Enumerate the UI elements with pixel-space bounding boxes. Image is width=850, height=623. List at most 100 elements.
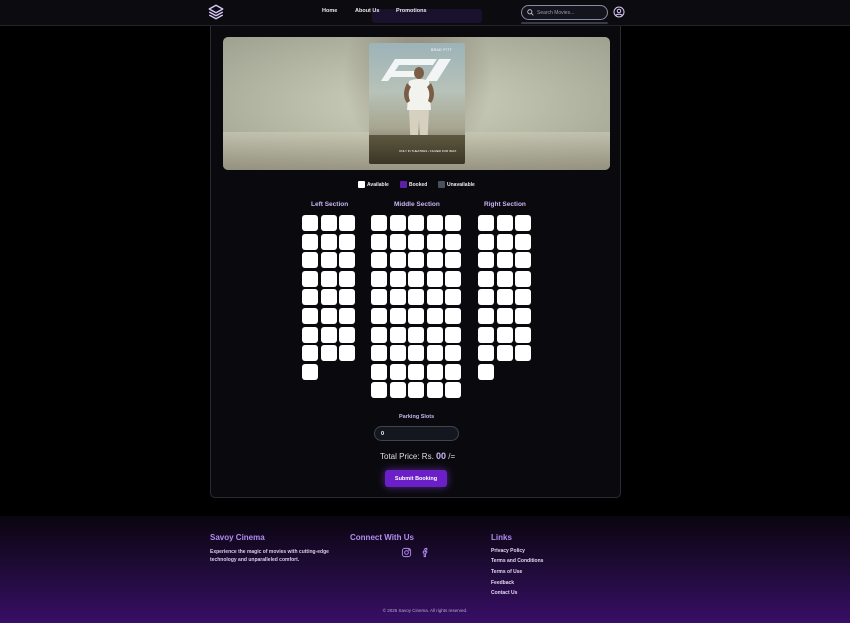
middle-seat[interactable]: [445, 326, 461, 343]
left-seat[interactable]: [302, 233, 318, 250]
middle-seat[interactable]: [426, 382, 443, 399]
middle-seat[interactable]: [408, 252, 424, 269]
middle-seat[interactable]: [426, 363, 443, 380]
left-seat[interactable]: [320, 345, 337, 362]
middle-seat[interactable]: [445, 215, 461, 231]
right-seat[interactable]: [515, 252, 531, 269]
middle-seat[interactable]: [426, 270, 443, 287]
instagram-icon[interactable]: [401, 547, 412, 558]
nav-promotions[interactable]: Promotions: [396, 8, 427, 14]
middle-seat[interactable]: [389, 363, 406, 380]
middle-seat[interactable]: [389, 233, 406, 250]
left-seat[interactable]: [339, 326, 355, 343]
middle-seat[interactable]: [371, 252, 387, 269]
nav-home[interactable]: Home: [322, 8, 337, 14]
footer-link-privacy-policy[interactable]: Privacy Policy: [491, 548, 525, 554]
middle-seat[interactable]: [389, 326, 406, 343]
middle-seat[interactable]: [389, 270, 406, 287]
right-seat[interactable]: [478, 345, 494, 362]
right-seat[interactable]: [496, 215, 513, 231]
left-seat[interactable]: [339, 233, 355, 250]
right-seat[interactable]: [515, 345, 531, 362]
user-profile-icon[interactable]: [613, 6, 625, 18]
middle-seat[interactable]: [445, 270, 461, 287]
right-seat[interactable]: [496, 252, 513, 269]
search-input[interactable]: [537, 8, 605, 18]
left-seat[interactable]: [302, 270, 318, 287]
middle-seat[interactable]: [445, 345, 461, 362]
right-seat[interactable]: [496, 289, 513, 306]
footer-link-feedback[interactable]: Feedback: [491, 580, 514, 586]
right-seat[interactable]: [496, 270, 513, 287]
middle-seat[interactable]: [371, 308, 387, 324]
middle-seat[interactable]: [408, 345, 424, 362]
middle-seat[interactable]: [371, 382, 387, 399]
middle-seat[interactable]: [371, 215, 387, 231]
left-seat[interactable]: [339, 345, 355, 362]
right-seat[interactable]: [478, 326, 494, 343]
left-seat[interactable]: [339, 215, 355, 231]
middle-seat[interactable]: [389, 252, 406, 269]
middle-seat[interactable]: [408, 363, 424, 380]
left-seat[interactable]: [320, 308, 337, 324]
middle-seat[interactable]: [371, 345, 387, 362]
middle-seat[interactable]: [426, 215, 443, 231]
middle-seat[interactable]: [371, 289, 387, 306]
middle-seat[interactable]: [389, 308, 406, 324]
middle-seat[interactable]: [408, 308, 424, 324]
left-seat[interactable]: [320, 289, 337, 306]
middle-seat[interactable]: [408, 326, 424, 343]
middle-seat[interactable]: [445, 308, 461, 324]
left-seat[interactable]: [302, 308, 318, 324]
middle-seat[interactable]: [426, 345, 443, 362]
left-seat[interactable]: [320, 270, 337, 287]
middle-seat[interactable]: [445, 382, 461, 399]
right-seat[interactable]: [478, 308, 494, 324]
right-seat[interactable]: [515, 233, 531, 250]
nav-about-us[interactable]: About Us: [355, 8, 379, 14]
middle-seat[interactable]: [389, 382, 406, 399]
right-seat[interactable]: [478, 289, 494, 306]
right-seat[interactable]: [496, 326, 513, 343]
right-seat[interactable]: [515, 215, 531, 231]
left-seat[interactable]: [302, 289, 318, 306]
middle-seat[interactable]: [426, 252, 443, 269]
left-seat[interactable]: [339, 270, 355, 287]
left-seat[interactable]: [339, 252, 355, 269]
right-seat[interactable]: [496, 308, 513, 324]
submit-booking-button[interactable]: Submit Booking: [385, 470, 447, 487]
right-seat[interactable]: [478, 233, 494, 250]
left-seat[interactable]: [302, 363, 318, 380]
middle-seat[interactable]: [389, 289, 406, 306]
middle-seat[interactable]: [445, 233, 461, 250]
middle-seat[interactable]: [426, 308, 443, 324]
left-seat[interactable]: [302, 215, 318, 231]
middle-seat[interactable]: [445, 363, 461, 380]
right-seat[interactable]: [478, 270, 494, 287]
right-seat[interactable]: [515, 326, 531, 343]
middle-seat[interactable]: [445, 252, 461, 269]
middle-seat[interactable]: [408, 270, 424, 287]
left-seat[interactable]: [339, 308, 355, 324]
right-seat[interactable]: [496, 345, 513, 362]
layers-logo-icon[interactable]: [207, 3, 225, 21]
left-seat[interactable]: [320, 252, 337, 269]
left-seat[interactable]: [320, 233, 337, 250]
middle-seat[interactable]: [371, 270, 387, 287]
middle-seat[interactable]: [389, 215, 406, 231]
middle-seat[interactable]: [445, 289, 461, 306]
left-seat[interactable]: [302, 252, 318, 269]
right-seat[interactable]: [478, 252, 494, 269]
footer-link-terms-of-use[interactable]: Terms of Use: [491, 569, 522, 575]
footer-link-contact-us[interactable]: Contact Us: [491, 590, 517, 596]
middle-seat[interactable]: [408, 233, 424, 250]
right-seat[interactable]: [478, 215, 494, 231]
right-seat[interactable]: [515, 308, 531, 324]
right-seat[interactable]: [515, 270, 531, 287]
left-seat[interactable]: [320, 215, 337, 231]
facebook-icon[interactable]: [420, 547, 431, 558]
middle-seat[interactable]: [371, 363, 387, 380]
left-seat[interactable]: [302, 326, 318, 343]
right-seat[interactable]: [478, 363, 494, 380]
middle-seat[interactable]: [371, 326, 387, 343]
